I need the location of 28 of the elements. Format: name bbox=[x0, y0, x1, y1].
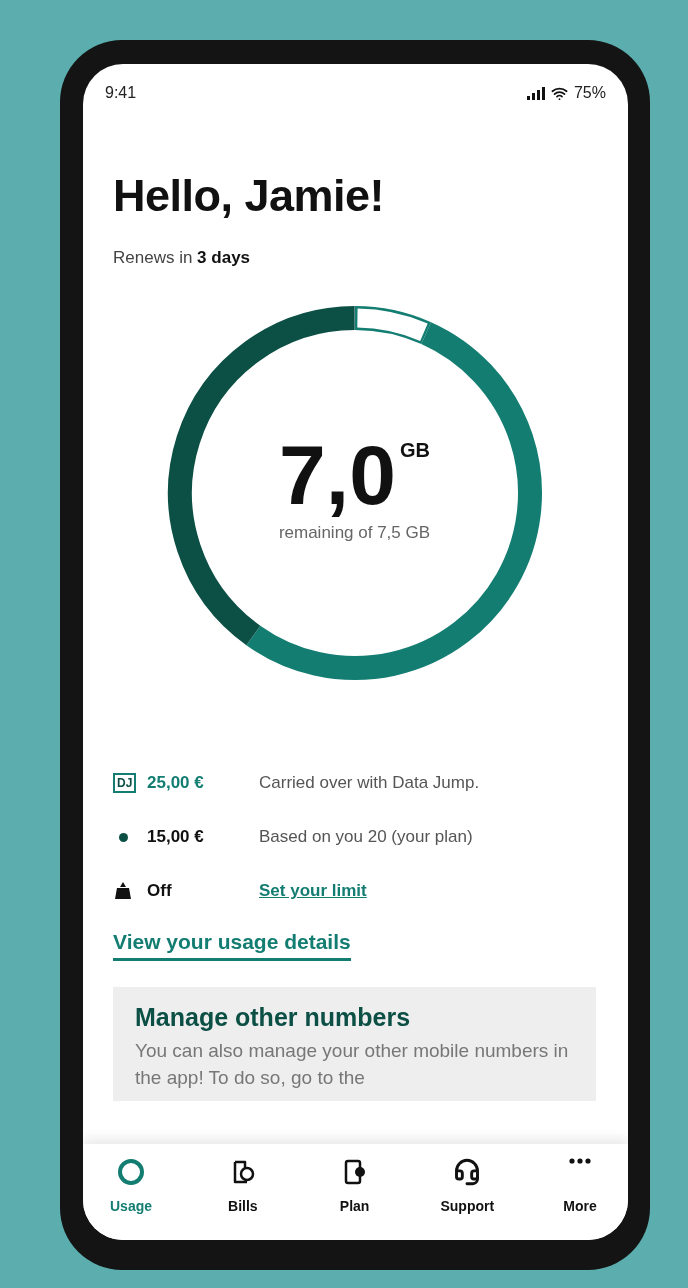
status-time: 9:41 bbox=[105, 84, 137, 102]
card-body: You can also manage your other mobile numbers in the app! To do so, go to the bbox=[135, 1039, 570, 1090]
headset-icon bbox=[453, 1158, 482, 1186]
remaining-unit: GB bbox=[399, 439, 430, 462]
greeting-title: Hello, Jamie! bbox=[113, 170, 385, 222]
balance-description: Based on you 20 (your plan) bbox=[259, 827, 473, 847]
nav-tab[interactable]: Support bbox=[436, 1154, 499, 1218]
renewal-text: Renews in 3 days bbox=[113, 248, 251, 268]
balance-amount: 25,00 € bbox=[147, 773, 205, 793]
remaining-amount: 7,0 bbox=[279, 433, 396, 517]
nav-tab[interactable]: Usage bbox=[101, 1154, 161, 1218]
remaining-caption: remaining of 7,5 GB bbox=[278, 523, 431, 543]
card-title: Manage other numbers bbox=[135, 1003, 412, 1032]
set-limit-link[interactable]: Set your limit bbox=[259, 881, 367, 901]
usage-ring-icon bbox=[117, 1158, 145, 1186]
balance-amount: 15,00 € bbox=[147, 827, 205, 847]
more-icon bbox=[568, 1158, 591, 1164]
balance-description: Carried over with Data Jump. bbox=[259, 773, 480, 793]
plan-dot-icon bbox=[119, 832, 128, 842]
data-jump-badge: DJ bbox=[113, 773, 137, 793]
purse-icon bbox=[113, 881, 133, 901]
limit-status: Off bbox=[147, 881, 173, 901]
nav-tab[interactable]: Plan bbox=[324, 1154, 385, 1218]
usage-details-link[interactable]: View your usage details bbox=[113, 930, 351, 961]
battery-level: 75% bbox=[573, 84, 606, 102]
nav-tab[interactable]: More bbox=[549, 1154, 610, 1218]
signal-icon bbox=[526, 86, 545, 100]
nav-tab[interactable]: Bills bbox=[212, 1154, 273, 1218]
